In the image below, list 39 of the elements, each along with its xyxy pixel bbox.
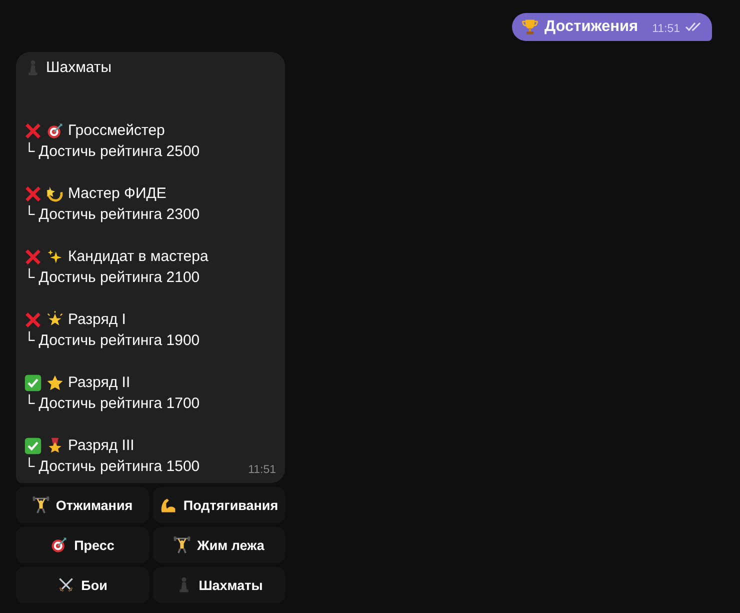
target-icon [50,536,68,554]
comet-icon [46,184,64,202]
keyboard-button[interactable]: Шахматы [152,567,285,603]
check-icon [24,374,42,392]
trophy-icon [521,18,540,36]
weightlifter-icon [32,496,50,514]
achievement-requirement: └ Достичь рейтинга 1900 [24,330,200,351]
achievement-title: Разряд II [68,373,130,393]
message-time: 11:51 [652,23,680,35]
achievement-requirement: └ Достичь рейтинга 2100 [24,267,200,288]
cross-icon [24,310,42,328]
medal-icon [46,436,64,454]
achievement-requirement: └ Достичь рейтинга 2500 [24,141,200,162]
keyboard-button[interactable]: Отжимания [16,487,148,523]
cross-icon [24,248,42,266]
cross-icon [24,184,42,202]
sparkles-icon [46,248,64,266]
weightlifter-icon [173,536,192,554]
keyboard-button[interactable]: Бои [16,567,148,603]
target-icon [46,122,64,140]
check-icon [24,436,42,454]
message-time: 11:51 [248,463,276,477]
achievement-title: Разряд III [68,436,134,456]
keyboard-button[interactable]: Пресс [16,527,148,563]
keyboard-button[interactable]: Подтягивания [152,487,285,523]
achievement-title: Мастер ФИДЕ [68,184,166,204]
achievement-title: Кандидат в мастера [68,247,208,267]
achievement-requirement: └ Достичь рейтинга 1700 [24,393,200,414]
message-text: Достижения [544,18,638,36]
cross-icon [24,122,42,140]
achievement-title: Гроссмейстер [68,121,165,141]
crossed-swords-icon [57,576,76,594]
flexed-arm-icon [159,496,178,514]
achievement-requirement: └ Достичь рейтинга 2300 [24,204,200,225]
keyboard-button[interactable]: Жим лежа [152,527,285,563]
achievement-requirement: └ Достичь рейтинга 1500 [24,456,200,477]
achievement-title: Разряд I [68,310,126,330]
star-icon [46,374,64,392]
message-title: Шахматы [46,58,112,78]
